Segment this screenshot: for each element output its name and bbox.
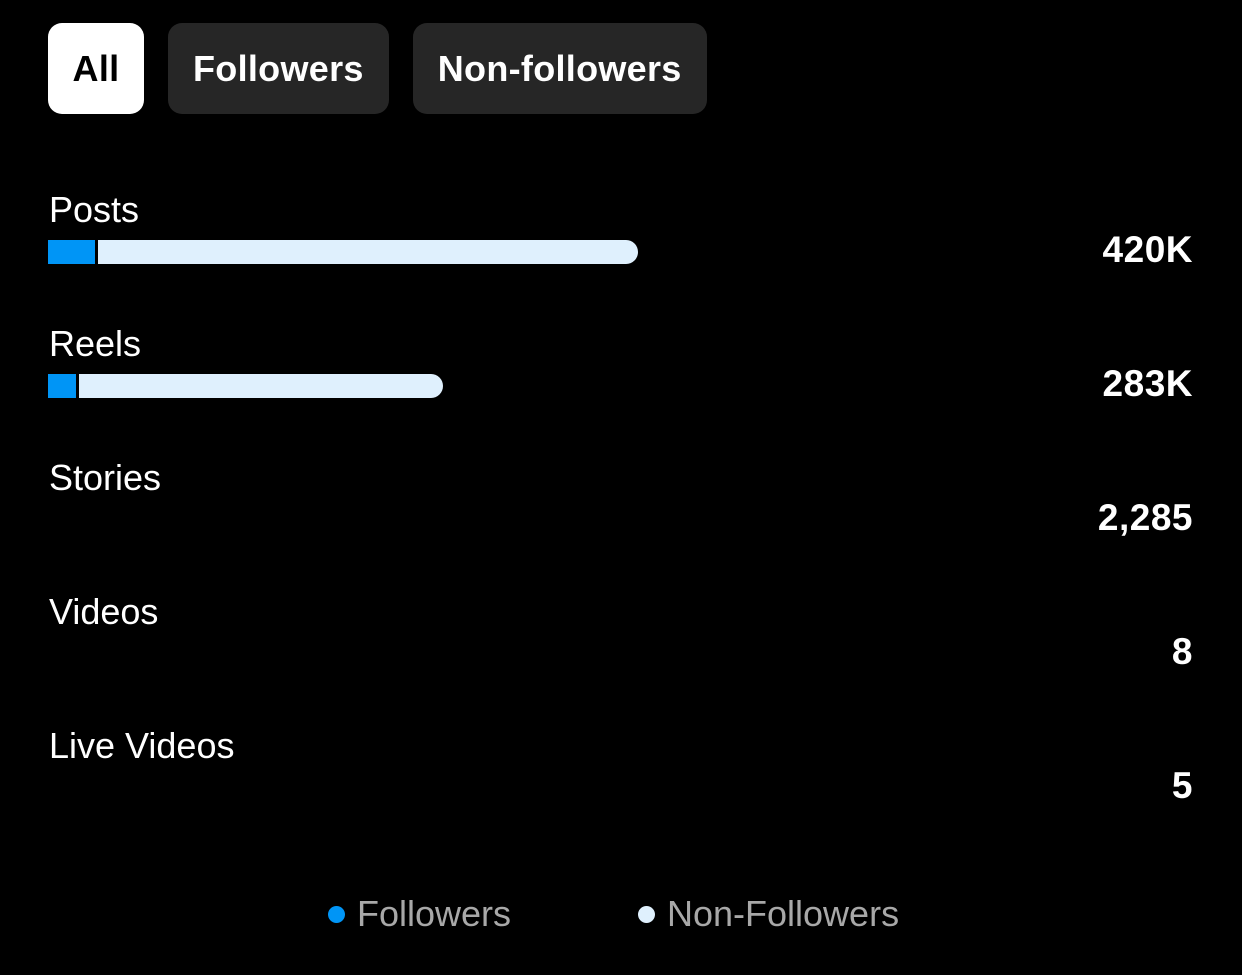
metric-bar [48, 374, 443, 398]
non-followers-bar-segment [79, 374, 443, 398]
tab-followers[interactable]: Followers [168, 23, 389, 114]
legend-item-non-followers: Non-Followers [638, 893, 899, 935]
metric-label: Reels [49, 323, 142, 364]
metric-bar-track [48, 240, 688, 264]
non-followers-bar-segment [98, 240, 638, 264]
metric-row-reels: Reels 283K [0, 324, 1242, 424]
metric-value: 5 [1171, 765, 1193, 806]
metric-bar-track [48, 374, 688, 398]
metric-row-stories: Stories 2,285 [0, 458, 1242, 558]
tab-non-followers[interactable]: Non-followers [412, 23, 707, 114]
followers-bar-segment [48, 240, 95, 264]
metric-value: 8 [1171, 631, 1193, 672]
metric-label: Stories [49, 457, 162, 498]
metric-value: 283K [1102, 363, 1193, 404]
followers-bar-segment [48, 374, 76, 398]
metric-value: 2,285 [1097, 497, 1193, 538]
metric-label: Live Videos [49, 725, 235, 766]
metric-label: Posts [49, 189, 140, 230]
content-interactions-panel: All Followers Non-followers Posts 420K R… [0, 0, 1242, 975]
metric-label: Videos [49, 591, 159, 632]
non-followers-dot-icon [638, 905, 655, 923]
legend-label-non-followers: Non-Followers [667, 893, 900, 934]
metric-row-posts: Posts 420K [0, 190, 1242, 290]
metric-row-live-videos: Live Videos 5 [0, 726, 1242, 826]
chart-legend: Followers Non-Followers [0, 893, 1242, 937]
metric-value: 420K [1102, 229, 1193, 270]
metric-bar [48, 240, 638, 264]
legend-label-followers: Followers [357, 893, 512, 934]
legend-item-followers: Followers [328, 893, 511, 935]
metric-row-videos: Videos 8 [0, 592, 1242, 692]
audience-filter-tabs: All Followers Non-followers [48, 23, 707, 114]
followers-dot-icon [328, 905, 345, 923]
tab-all[interactable]: All [48, 23, 144, 114]
